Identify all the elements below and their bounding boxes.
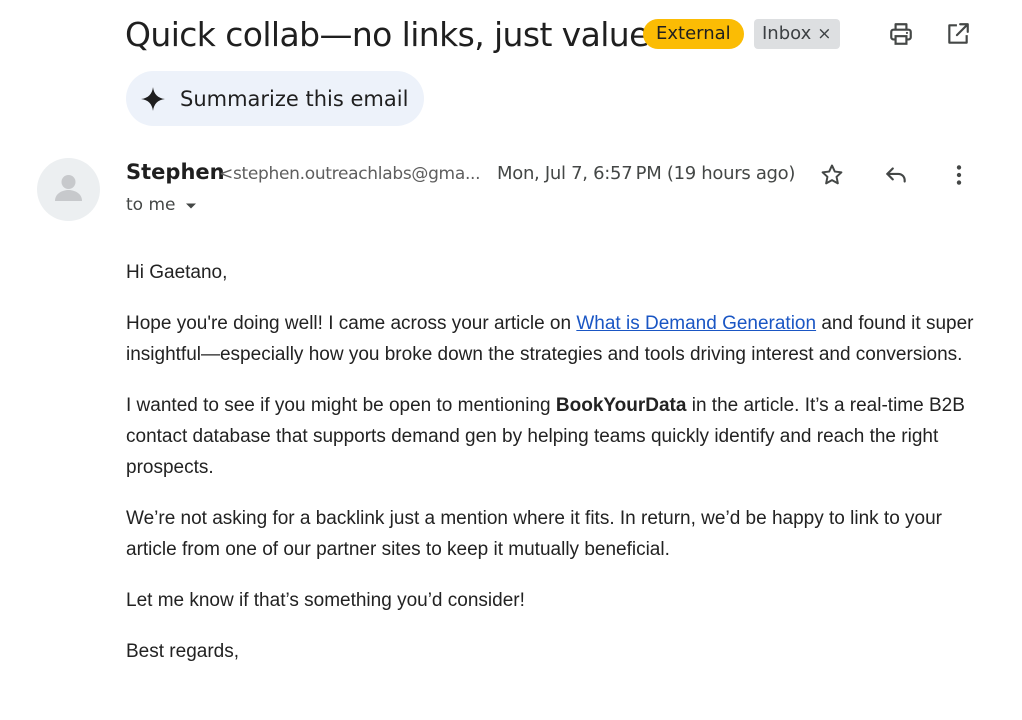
open-in-new-window-icon bbox=[948, 23, 969, 44]
paragraph-1: Hope you're doing well! I came across yo… bbox=[126, 308, 976, 370]
greeting: Hi Gaetano, bbox=[126, 262, 228, 283]
external-badge: External bbox=[643, 19, 744, 49]
summarize-label: Summarize this email bbox=[180, 86, 409, 111]
paragraph-1-start: Hope you're doing well! I came across yo… bbox=[126, 313, 577, 334]
reply-button[interactable] bbox=[882, 161, 910, 189]
recipients-text: to me bbox=[126, 195, 176, 215]
paragraph-2: I wanted to see if you might be open to … bbox=[126, 390, 976, 483]
more-vert-icon bbox=[956, 165, 962, 185]
email-date: Mon, Jul 7, 6:57 PM (19 hours ago) bbox=[497, 163, 796, 184]
inbox-label-text: Inbox bbox=[762, 23, 812, 44]
print-button[interactable] bbox=[887, 20, 915, 48]
product-name: BookYourData bbox=[555, 395, 687, 416]
inbox-label[interactable]: Inbox × bbox=[754, 19, 840, 49]
print-icon bbox=[890, 23, 912, 45]
sparkle-icon bbox=[141, 86, 165, 111]
paragraph-2-start: I wanted to see if you might be open to … bbox=[126, 395, 556, 416]
sender-avatar[interactable] bbox=[37, 158, 100, 221]
sender-email[interactable]: <stephen.outreachlabs@gma... bbox=[219, 164, 481, 184]
reply-icon bbox=[886, 167, 906, 183]
email-subject: Quick collab—no links, just value bbox=[125, 15, 649, 54]
person-icon bbox=[55, 175, 82, 201]
paragraph-4: Let me know if that’s something you’d co… bbox=[126, 590, 525, 611]
sender-name[interactable]: Stephen bbox=[126, 160, 225, 184]
article-link[interactable]: What is Demand Generation bbox=[576, 313, 816, 334]
show-details-button[interactable] bbox=[185, 195, 197, 215]
open-in-new-window-button[interactable] bbox=[944, 20, 972, 48]
more-options-button[interactable] bbox=[945, 161, 973, 189]
paragraph-3: We’re not asking for a backlink just a m… bbox=[126, 508, 942, 560]
summarize-email-button[interactable]: Summarize this email bbox=[126, 71, 424, 126]
recipients-line: to me bbox=[126, 195, 197, 215]
email-body: Hi Gaetano, Hope you're doing well! I ca… bbox=[126, 257, 976, 687]
remove-label-icon[interactable]: × bbox=[817, 24, 831, 44]
star-icon bbox=[821, 164, 843, 185]
star-button[interactable] bbox=[818, 161, 846, 189]
caret-down-icon bbox=[185, 203, 196, 209]
closing: Best regards, bbox=[126, 641, 239, 662]
